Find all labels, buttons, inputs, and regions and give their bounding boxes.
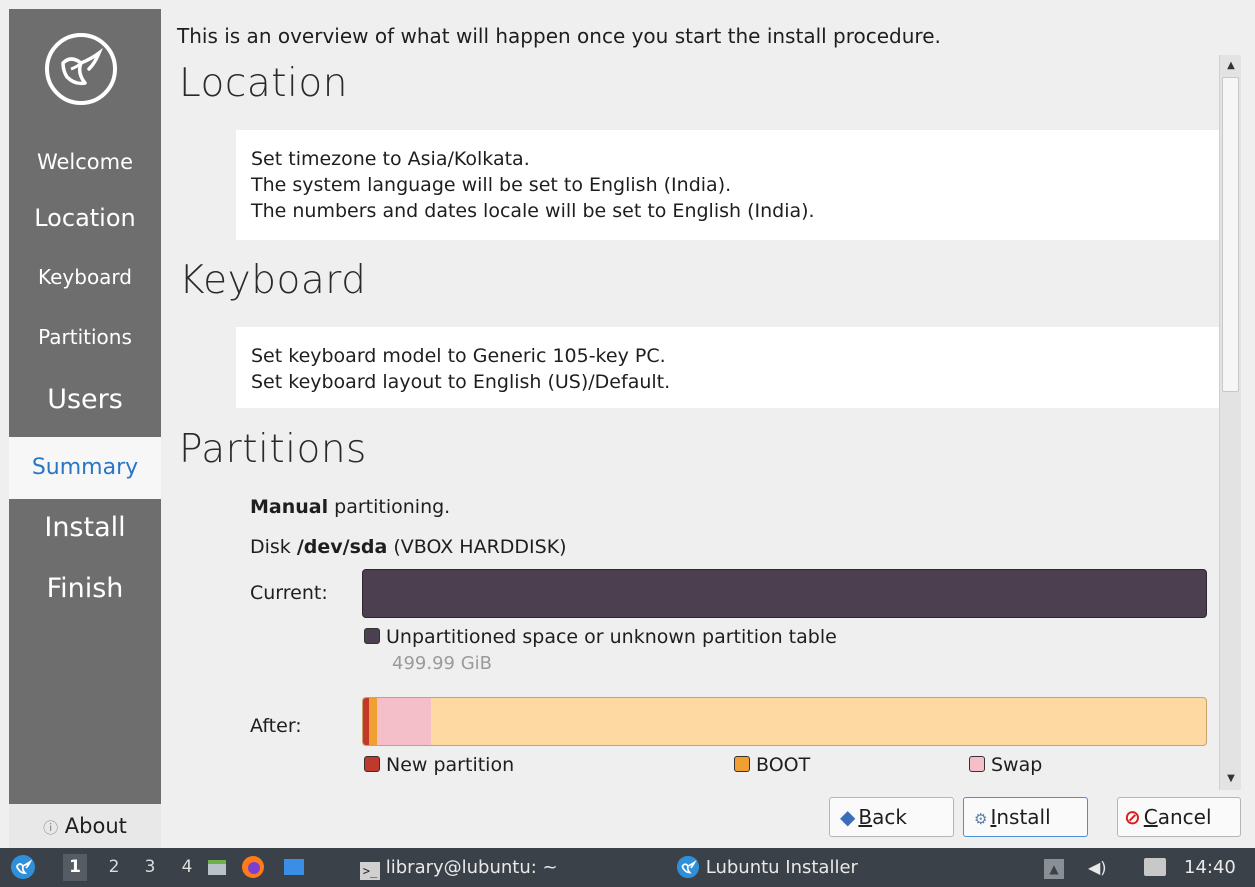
current-partition-bar (362, 569, 1207, 618)
install-label-rest: nstall (996, 805, 1051, 829)
info-icon: ⓘ (43, 819, 59, 837)
installer-task-label: Lubuntu Installer (705, 857, 858, 878)
disk-device: /dev/sda (296, 536, 388, 558)
current-legend-size: 499.99 GiB (392, 653, 493, 674)
start-menu-button[interactable] (10, 848, 40, 887)
vertical-scrollbar[interactable]: ▲ ▼ (1219, 55, 1241, 790)
unpartitioned-swatch (364, 628, 380, 644)
back-button[interactable]: ◆ Back (829, 797, 954, 837)
lubuntu-bird-icon (41, 29, 121, 109)
cancel-label-mnemonic: C (1143, 805, 1158, 829)
taskbar-installer-task[interactable]: Lubuntu Installer (676, 848, 926, 887)
install-gear-icon: ⚙ (974, 810, 988, 828)
eject-icon[interactable]: ▲ (1044, 848, 1068, 887)
install-button[interactable]: ⚙ Install (963, 797, 1088, 837)
swap-segment (377, 698, 431, 745)
legend-boot: BOOT (734, 754, 810, 776)
legend-new-partition: New partition (364, 754, 514, 776)
legend-label: BOOT (756, 754, 811, 776)
desktop-icon[interactable] (282, 848, 310, 887)
workspace-3[interactable]: 3 (138, 854, 162, 881)
sidebar-item-users[interactable]: Users (9, 377, 161, 423)
location-line: The system language will be set to Engli… (251, 174, 732, 196)
keyboard-line: Set keyboard layout to English (US)/Defa… (251, 371, 671, 393)
taskbar: 1 2 3 4 >_ library@lubuntu: ~ Lubuntu In… (0, 848, 1255, 887)
intro-text: This is an overview of what will happen … (177, 24, 941, 48)
location-line: Set timezone to Asia/Kolkata. (251, 148, 530, 170)
lubuntu-menu-icon (11, 855, 35, 879)
disk-prefix: Disk (250, 536, 297, 558)
partitioning-mode-rest: partitioning. (328, 496, 451, 518)
boot-segment (369, 698, 377, 745)
volume-icon[interactable]: ◀) (1088, 848, 1112, 887)
after-partition-bar (362, 697, 1207, 746)
back-label-rest: ack (872, 805, 907, 829)
clock[interactable]: 14:40 (1184, 848, 1250, 887)
disk-model: (VBOX HARDDISK) (387, 536, 567, 558)
boot-swatch (734, 756, 750, 772)
legend-label: New partition (386, 754, 515, 776)
sidebar-item-location[interactable]: Location (9, 196, 161, 240)
arrow-left-icon: ◆ (840, 805, 856, 829)
location-summary-box: Set timezone to Asia/Kolkata. The system… (236, 130, 1219, 240)
legend-label: Swap (991, 754, 1043, 776)
current-legend-label: Unpartitioned space or unknown partition… (386, 626, 837, 648)
lubuntu-installer-icon (676, 855, 700, 879)
about-label: About (64, 814, 127, 838)
keyboard-summary-box: Set keyboard model to Generic 105-key PC… (236, 327, 1219, 408)
workspace-1[interactable]: 1 (63, 854, 87, 881)
current-legend-item: Unpartitioned space or unknown partition… (364, 626, 837, 648)
swap-swatch (969, 756, 985, 772)
location-section-title: Location (179, 61, 348, 106)
disk-info-text: Disk /dev/sda (VBOX HARDDISK) (250, 536, 567, 558)
sidebar-item-install[interactable]: Install (9, 497, 161, 559)
cancel-button[interactable]: ⊘ Cancel (1117, 797, 1241, 837)
new-partition-swatch (364, 756, 380, 772)
partitions-section-title: Partitions (179, 427, 367, 472)
workspace-4[interactable]: 4 (175, 854, 199, 881)
keyboard-section-title: Keyboard (179, 258, 367, 303)
sidebar-item-finish[interactable]: Finish (9, 559, 161, 619)
terminal-icon: >_ (360, 862, 380, 880)
sidebar-item-welcome[interactable]: Welcome (9, 140, 161, 184)
sidebar-item-partitions[interactable]: Partitions (9, 317, 161, 357)
location-line: The numbers and dates locale will be set… (251, 200, 815, 222)
sidebar: Welcome Location Keyboard Partitions Use… (9, 9, 161, 848)
scrollbar-thumb[interactable] (1222, 77, 1239, 392)
taskbar-terminal-task[interactable]: >_ library@lubuntu: ~ (360, 848, 620, 887)
workspace-2[interactable]: 2 (102, 854, 126, 881)
back-label-mnemonic: B (858, 805, 873, 829)
scroll-up-arrow-icon[interactable]: ▲ (1220, 55, 1242, 77)
keyboard-line: Set keyboard model to Generic 105-key PC… (251, 345, 666, 367)
sidebar-item-summary[interactable]: Summary (9, 437, 161, 499)
legend-swap: Swap (969, 754, 1042, 776)
cancel-icon: ⊘ (1124, 805, 1141, 829)
sidebar-item-keyboard[interactable]: Keyboard (9, 257, 161, 297)
terminal-task-label: library@lubuntu: ~ (385, 857, 558, 878)
about-button[interactable]: ⓘ About (9, 804, 161, 848)
cancel-label-rest: ancel (1157, 805, 1212, 829)
after-legend: New partition BOOT Swap (364, 754, 1209, 780)
after-label: After: (250, 715, 302, 737)
file-manager-icon[interactable] (206, 848, 232, 887)
scroll-down-arrow-icon[interactable]: ▼ (1220, 768, 1242, 790)
current-label: Current: (250, 582, 328, 604)
partitioning-mode-bold: Manual (250, 496, 329, 518)
summary-scroll-area: Location Set timezone to Asia/Kolkata. T… (177, 55, 1219, 790)
network-icon[interactable] (1144, 848, 1170, 887)
firefox-icon[interactable] (240, 848, 268, 887)
partitioning-mode-text: Manual partitioning. (250, 496, 450, 518)
